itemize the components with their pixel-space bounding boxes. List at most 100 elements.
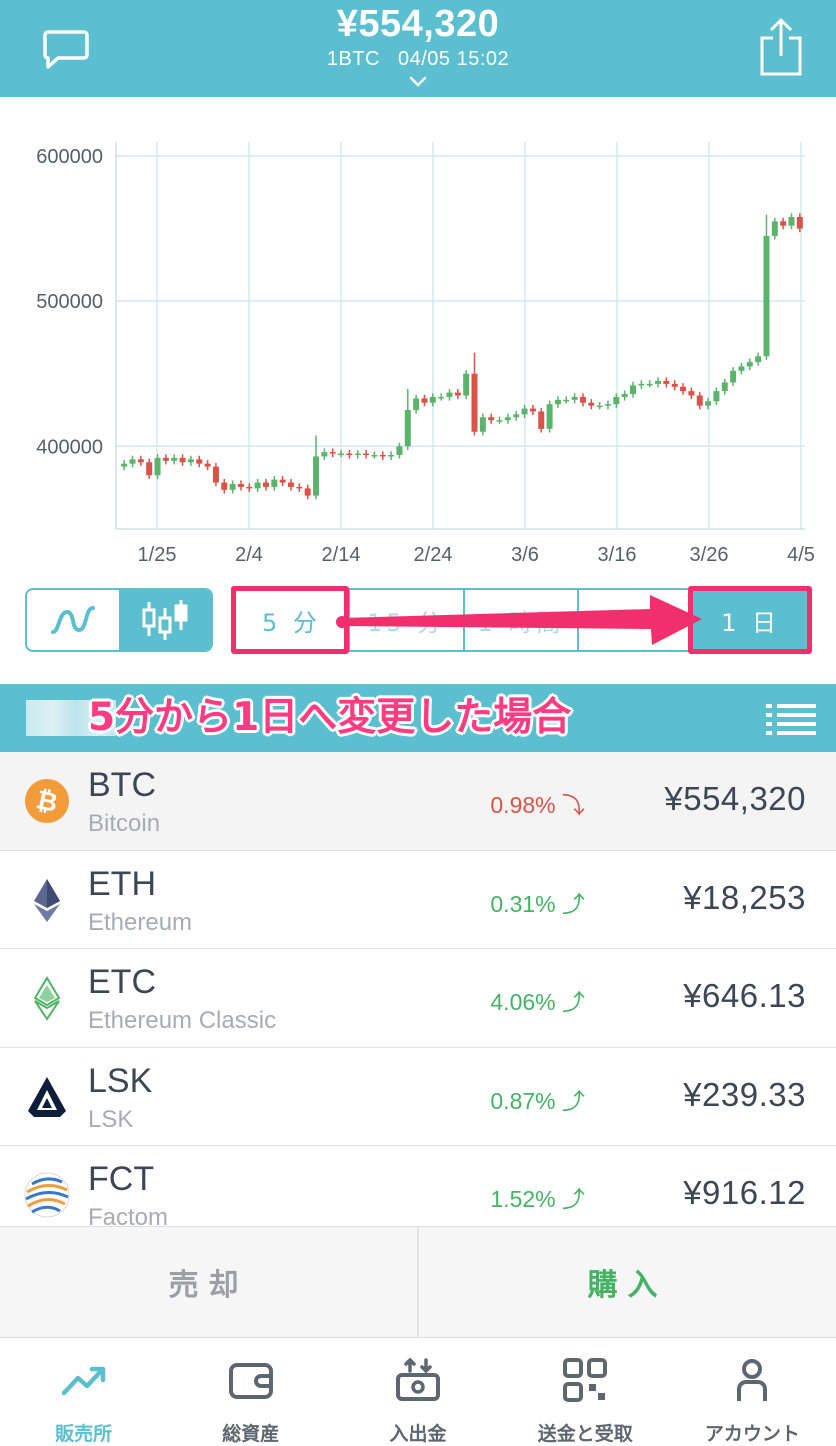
candle: [212, 462, 219, 487]
candle: [463, 370, 470, 400]
candle: [279, 476, 286, 487]
y-tick-label: 400000: [36, 436, 103, 458]
candle: [680, 383, 687, 395]
candle: [171, 454, 178, 465]
price-chart[interactable]: 400000 500000 600000 1/25 2/4 2/14 2/24 3/6 3/16…: [0, 97, 836, 577]
candle: [429, 393, 436, 407]
x-tick-label: 4/5: [787, 544, 815, 566]
bitcoin-icon: ₿: [25, 779, 69, 823]
candle: [788, 213, 795, 230]
price-display[interactable]: ¥554,320 1BTC 04/05 15:02: [0, 2, 836, 72]
coin-change: 4.06% ⤴: [470, 983, 585, 1017]
tab-exchange[interactable]: 販売所: [0, 1339, 167, 1446]
tab-label: 販売所: [55, 1423, 113, 1445]
candle: [755, 352, 762, 366]
candle: [396, 442, 403, 459]
wallet-icon: [228, 1363, 273, 1399]
candle: [321, 448, 328, 461]
candle: [137, 455, 144, 466]
candle: [663, 377, 670, 388]
candlestick-icon: [142, 600, 188, 640]
chevron-down-icon[interactable]: [409, 76, 427, 88]
candle: [796, 213, 803, 233]
candle: [146, 458, 153, 479]
buy-button[interactable]: 購入: [419, 1227, 836, 1337]
coin-name: Ethereum Classic: [88, 1007, 277, 1034]
candle: [721, 378, 728, 395]
tab-deposit-withdraw[interactable]: 入出金: [334, 1339, 501, 1446]
candle: [696, 391, 703, 410]
trend-up-icon: ⤴: [562, 890, 585, 917]
qr-code-icon: [563, 1358, 608, 1402]
tab-account[interactable]: アカウント: [669, 1339, 836, 1446]
list-menu-icon[interactable]: [766, 702, 816, 736]
tab-label: アカウント: [704, 1423, 800, 1445]
candle: [596, 402, 603, 410]
x-tick-label: 3/26: [690, 544, 729, 566]
coin-change: 0.31% ⤴: [470, 885, 585, 919]
coin-symbol: BTC: [88, 766, 156, 804]
x-tick-label: 2/4: [235, 544, 263, 566]
candle: [538, 407, 545, 433]
candle: [121, 460, 128, 471]
coin-row-etc[interactable]: ETC Ethereum Classic 4.06% ⤴ ¥646.13: [0, 949, 836, 1048]
candle: [488, 413, 495, 424]
candle: [346, 449, 353, 459]
x-tick-label: 3/16: [598, 544, 637, 566]
candle: [513, 410, 520, 421]
candlestick-option[interactable]: [119, 590, 211, 650]
trend-up-icon: ⤴: [562, 989, 585, 1015]
candle: [296, 483, 303, 492]
candle: [421, 394, 428, 407]
coin-change-value: 4.06%: [490, 989, 556, 1015]
candle: [738, 362, 745, 375]
coin-price: ¥239.33: [683, 1075, 806, 1113]
candle: [671, 380, 678, 391]
trend-up-icon: [61, 1366, 105, 1396]
share-icon[interactable]: [758, 16, 804, 78]
x-tick-label: 3/6: [511, 544, 539, 566]
coin-row-btc[interactable]: ₿ BTC Bitcoin 0.98% ⤵ ¥554,320: [0, 752, 836, 851]
candle: [246, 483, 253, 492]
candle: [446, 388, 453, 401]
candle: [688, 387, 695, 400]
candle: [338, 449, 345, 458]
tab-assets[interactable]: 総資産: [167, 1339, 334, 1446]
candle: [162, 454, 169, 465]
coin-price: ¥646.13: [683, 977, 806, 1014]
coin-symbol: ETH: [88, 864, 156, 903]
coin-row-fct[interactable]: FCT Factom 1.52% ⤴ ¥916.12: [0, 1146, 836, 1226]
coin-row-lsk[interactable]: LSK LSK 0.87% ⤴ ¥239.33: [0, 1047, 836, 1146]
sell-button[interactable]: 売却: [0, 1227, 419, 1337]
candle: [579, 393, 586, 407]
coin-change-value: 1.52%: [490, 1186, 556, 1212]
candle: [379, 451, 386, 461]
coin-name: LSK: [88, 1105, 134, 1133]
annotation-caption: 5分から1日へ変更した場合: [88, 695, 572, 740]
candle: [763, 214, 770, 360]
candle: [638, 380, 645, 389]
tab-label: 総資産: [222, 1423, 280, 1445]
candle: [563, 396, 570, 404]
account-icon: [737, 1359, 768, 1401]
candle: [229, 480, 236, 494]
candle: [129, 455, 136, 468]
coin-change-value: 0.98%: [490, 792, 556, 818]
candle: [304, 484, 311, 500]
candle: [388, 451, 395, 461]
coin-change-value: 0.87%: [490, 1087, 556, 1114]
chart-type-toggle: [25, 588, 213, 652]
candle: [529, 404, 536, 416]
candle: [621, 390, 628, 401]
candle: [713, 387, 720, 405]
candle: [504, 413, 511, 424]
candle: [404, 388, 411, 450]
line-chart-option[interactable]: [27, 590, 119, 650]
interval-1day[interactable]: 1 日: [694, 590, 807, 650]
candle: [363, 449, 370, 459]
candle: [454, 388, 461, 400]
tab-send-receive[interactable]: 送金と受取: [502, 1339, 669, 1446]
candle: [196, 455, 203, 468]
coin-row-eth[interactable]: ETH Ethereum 0.31% ⤴ ¥18,253: [0, 850, 836, 949]
price-unit: 1BTC: [326, 48, 380, 70]
